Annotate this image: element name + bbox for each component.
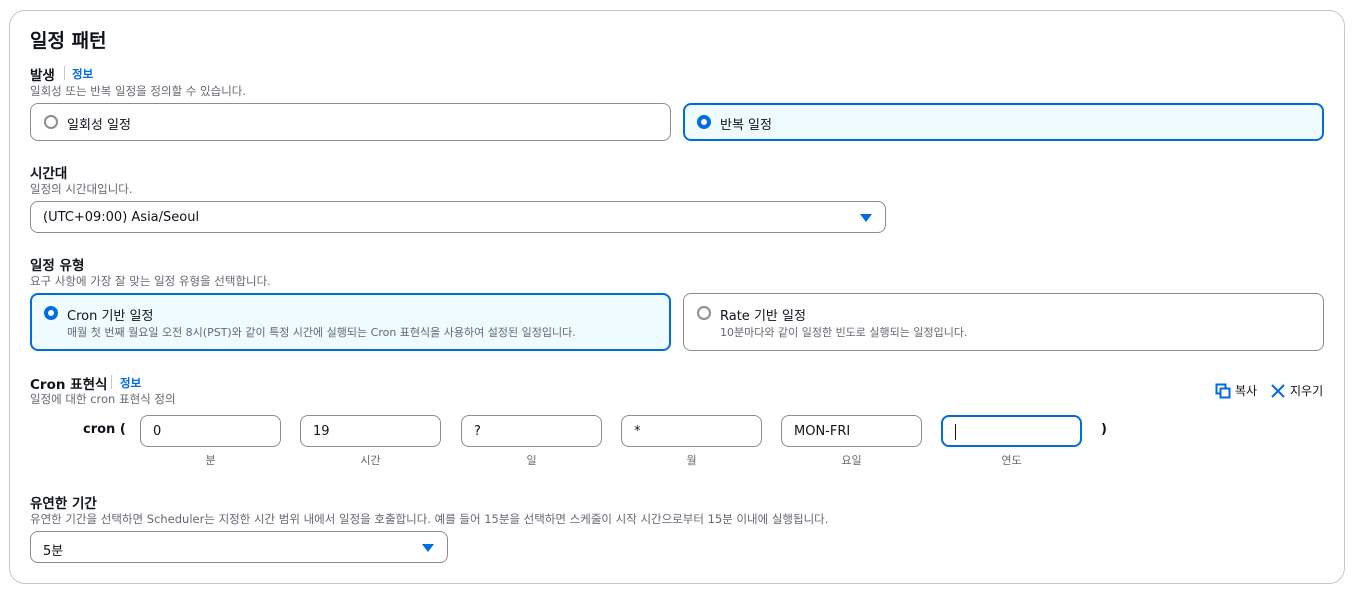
clear-label: 지우기 [1290, 384, 1324, 398]
cron-prefix: cron ( [83, 422, 126, 437]
cron-day-of-month-label: 일 [526, 454, 537, 467]
recurring-schedule-label: 반복 일정 [720, 118, 772, 133]
text-cursor [955, 424, 956, 440]
cron-month-label: 월 [686, 454, 697, 467]
schedule-type-description: 요구 사항에 가장 잘 맞는 일정 유형을 선택합니다. [30, 274, 271, 288]
cron-hours-value: 19 [313, 424, 330, 439]
radio-unselected-icon[interactable] [697, 306, 711, 320]
cron-day-of-month-value: ? [474, 424, 481, 439]
cron-info-link[interactable]: 정보 [120, 375, 141, 391]
cron-year-input[interactable] [941, 415, 1082, 447]
close-icon [1271, 383, 1285, 398]
cron-expression-label: Cron 표현식 [30, 377, 108, 393]
cron-day-of-week-value: MON-FRI [794, 424, 851, 439]
cron-day-of-week-label: 요일 [841, 454, 862, 467]
cron-expression-description: 일정에 대한 cron 표현식 정의 [30, 392, 176, 406]
cron-based-schedule-description: 매월 첫 번째 월요일 오전 8시(PST)와 같이 특정 시간에 실행되는 C… [67, 326, 576, 339]
flexible-window-value: 5분 [43, 544, 64, 559]
cron-based-schedule-label: Cron 기반 일정 [67, 309, 154, 324]
cron-day-of-month-input[interactable]: ? [461, 415, 602, 447]
divider [64, 66, 65, 80]
radio-selected-icon[interactable] [44, 306, 58, 320]
copy-icon [1215, 383, 1231, 398]
cron-year-label: 연도 [1001, 454, 1022, 467]
flexible-window-description: 유연한 기간을 선택하면 Scheduler는 지정한 시간 범위 내에서 일정… [30, 512, 829, 526]
cron-day-of-week-input[interactable]: MON-FRI [781, 415, 922, 447]
cron-based-schedule-option[interactable]: Cron 기반 일정 매월 첫 번째 월요일 오전 8시(PST)와 같이 특정… [30, 293, 671, 351]
cron-hours-input[interactable]: 19 [300, 415, 441, 447]
flexible-window-label: 유연한 기간 [30, 496, 97, 512]
cron-month-value: * [634, 424, 641, 439]
timezone-label: 시간대 [30, 166, 68, 182]
radio-selected-icon[interactable] [697, 115, 711, 129]
rate-based-schedule-label: Rate 기반 일정 [720, 309, 806, 324]
copy-label: 복사 [1235, 384, 1258, 398]
section-title: 일정 패턴 [30, 30, 107, 52]
schedule-type-label: 일정 유형 [30, 258, 85, 274]
timezone-description: 일정의 시간대입니다. [30, 182, 133, 196]
cron-minutes-input[interactable]: 0 [140, 415, 281, 447]
cron-minutes-label: 분 [205, 454, 216, 467]
caret-down-icon [422, 544, 434, 552]
rate-based-schedule-description: 10분마다와 같이 일정한 빈도로 실행되는 일정입니다. [720, 326, 968, 339]
rate-based-schedule-option[interactable]: Rate 기반 일정 10분마다와 같이 일정한 빈도로 실행되는 일정입니다. [683, 293, 1324, 351]
recurring-schedule-option[interactable]: 반복 일정 [683, 103, 1324, 141]
divider [111, 375, 112, 389]
cron-suffix: ) [1101, 422, 1107, 437]
occurrence-info-link[interactable]: 정보 [72, 66, 93, 82]
timezone-select[interactable]: (UTC+09:00) Asia/Seoul [30, 201, 886, 233]
occurrence-label: 발생 [30, 68, 55, 84]
caret-down-icon [860, 214, 872, 222]
one-time-schedule-option[interactable]: 일회성 일정 [30, 103, 671, 141]
occurrence-description: 일회성 또는 반복 일정을 정의할 수 있습니다. [30, 84, 247, 98]
clear-button[interactable]: 지우기 [1270, 382, 1323, 399]
cron-hours-label: 시간 [360, 454, 381, 467]
timezone-value: (UTC+09:00) Asia/Seoul [43, 210, 200, 225]
flexible-window-select[interactable]: 5분 [30, 531, 448, 563]
copy-button[interactable]: 복사 [1215, 382, 1257, 399]
one-time-schedule-label: 일회성 일정 [67, 118, 131, 133]
radio-unselected-icon[interactable] [44, 115, 58, 129]
cron-month-input[interactable]: * [621, 415, 762, 447]
cron-minutes-value: 0 [153, 424, 162, 439]
